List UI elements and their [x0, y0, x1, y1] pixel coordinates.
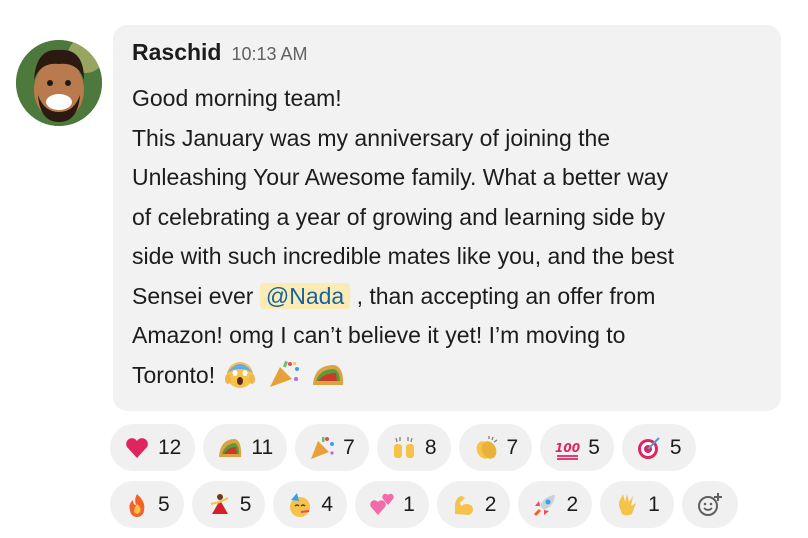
raised-hands-icon: [393, 436, 414, 458]
message-line: of celebrating a year of growing and lea…: [132, 203, 666, 230]
party-popper-icon: [311, 436, 335, 459]
avatar[interactable]: [16, 40, 102, 126]
reaction-count: 5: [158, 492, 170, 516]
taco-icon: [219, 438, 242, 457]
fire-icon: [129, 493, 145, 517]
message-text-segment: Sensei ever: [132, 282, 254, 309]
hundred-icon: 100: [555, 441, 580, 460]
message-line: Good morning team!: [132, 85, 342, 111]
reaction-count: 2: [484, 492, 497, 516]
reaction-count: 7: [506, 435, 519, 459]
party-popper-icon: [269, 360, 299, 387]
reaction-count: 7: [343, 435, 355, 459]
reaction-pill[interactable]: 1: [600, 481, 674, 528]
reaction-pill[interactable]: 11: [203, 424, 288, 471]
reaction-pill[interactable]: 2: [436, 481, 511, 528]
reaction-pill[interactable]: 4: [273, 481, 348, 528]
two-hearts-icon: [370, 493, 394, 515]
message-text-segment: Toronto!: [132, 361, 216, 388]
vulcan-salute-icon: [619, 493, 637, 515]
message-line: Toronto!: [132, 356, 777, 396]
reaction-pill[interactable]: 7: [458, 424, 533, 471]
message-line: Sensei ever @Nada , than accepting an of…: [132, 277, 777, 317]
reaction-pill[interactable]: 5: [191, 481, 266, 528]
scream-icon: [224, 361, 255, 388]
reaction-pill[interactable]: 7: [295, 424, 369, 471]
reaction-count: 11: [251, 435, 274, 459]
reaction-count: 1: [403, 492, 415, 516]
message-line: side with such incredible mates like you…: [132, 243, 675, 269]
message-text: Good morning team! This January was my a…: [132, 79, 777, 395]
user-mention[interactable]: @Nada: [259, 282, 351, 309]
heart-icon: [126, 437, 148, 458]
message-header: Raschid 10:13 AM: [132, 39, 308, 69]
reaction-pill[interactable]: 2: [518, 481, 593, 528]
reaction-pill[interactable]: 5: [621, 424, 696, 471]
svg-text:100: 100: [555, 441, 580, 455]
message-line: Unleashing Your Awesome family. What a b…: [132, 164, 669, 190]
reaction-count: 4: [321, 492, 334, 516]
message-line: This January was my anniversary of joini…: [132, 124, 611, 151]
timestamp[interactable]: 10:13 AM: [231, 44, 307, 65]
reaction-pill[interactable]: 5: [110, 481, 184, 528]
reaction-count: 5: [239, 492, 252, 516]
reaction-pill[interactable]: 12: [110, 424, 196, 471]
reaction-count: 8: [424, 435, 437, 459]
add-reaction-icon: [697, 492, 722, 516]
reaction-count: 12: [158, 435, 182, 459]
message-text-segment: , than accepting an offer from: [356, 282, 656, 309]
message-line: Amazon! omg I can’t believe it yet! I’m …: [132, 322, 626, 348]
taco-icon: [313, 364, 344, 385]
partying-face-icon: [290, 492, 311, 517]
reaction-count: 5: [669, 435, 682, 459]
add-reaction-button[interactable]: [681, 481, 738, 528]
reactions-row: 12 11 7 8 7 100 5 5: [110, 424, 800, 471]
clap-icon: [476, 435, 497, 459]
target-icon: [637, 436, 660, 459]
reaction-count: 5: [588, 435, 600, 459]
reaction-pill[interactable]: 1: [355, 481, 429, 528]
dancer-icon: [210, 493, 229, 514]
reactions-bar: 12 11 7 8 7 100 5 5 5 5 4 1 2 2 1: [110, 424, 800, 538]
author-name[interactable]: Raschid: [132, 39, 221, 66]
reactions-row: 5 5 4 1 2 2 1: [110, 481, 800, 528]
reaction-pill[interactable]: 8: [376, 424, 451, 471]
reaction-count: 1: [648, 492, 660, 516]
reaction-pill[interactable]: 100 5: [540, 424, 614, 471]
reaction-count: 2: [566, 492, 579, 516]
rocket-icon: [534, 494, 556, 516]
flexed-biceps-icon: [454, 495, 473, 515]
